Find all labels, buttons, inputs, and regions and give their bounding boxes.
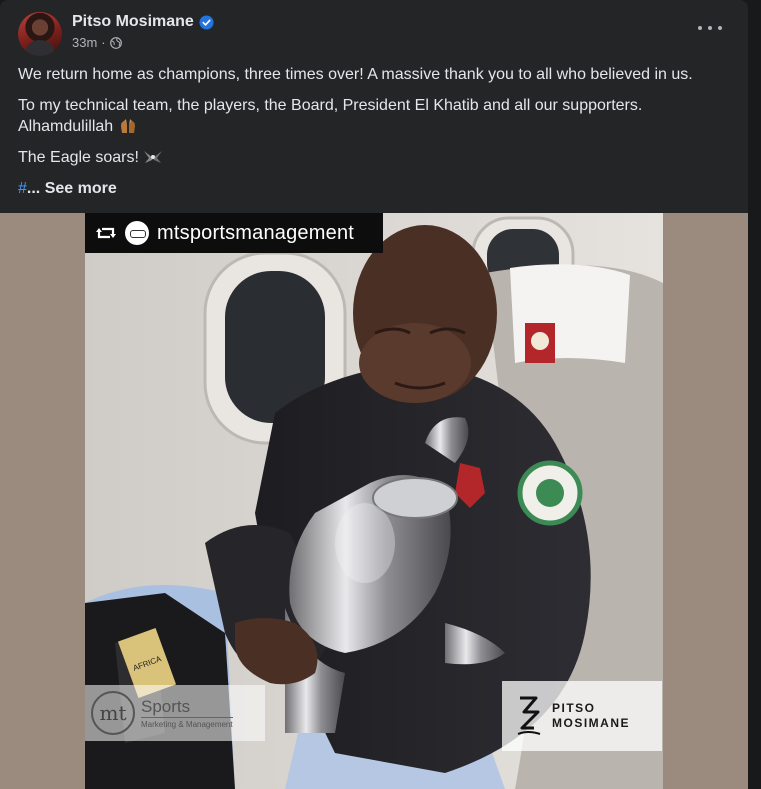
repost-badge: mtsportsmanagement [85,213,383,253]
see-more-button[interactable]: ... See more [27,180,117,197]
post-timestamp[interactable]: 33m [72,35,97,50]
post-header: Pitso Mosimane 33m · [18,12,214,56]
eagle-emoji [144,151,163,163]
post-paragraph-3-text: The Eagle soars! [18,149,139,166]
author-avatar[interactable] [18,12,62,56]
separator-dot: · [101,35,106,50]
name-row: Pitso Mosimane [72,13,214,31]
globe-icon[interactable] [109,36,122,49]
mtsports-logo [125,221,149,245]
post-paragraph-4: #... See more [18,178,730,199]
author-name[interactable]: Pitso Mosimane [72,13,194,31]
author-meta: Pitso Mosimane 33m · [72,13,214,50]
post-card: Pitso Mosimane 33m · We return home as c… [0,0,748,789]
post-paragraph-3: The Eagle soars! [18,147,730,168]
post-photo[interactable]: AFRICA mtsportsmanagement mt Sports Mark… [0,213,748,789]
mtsports-watermark: mt Sports Marketing & Management [85,685,265,741]
more-dot [718,26,722,30]
watermark-sports: Sports [141,697,191,716]
repost-icon [96,227,116,239]
post-paragraph-2-text: To my technical team, the players, the B… [18,97,643,135]
pitso-watermark-text: PITSO MOSIMANE [552,701,630,731]
watermark-last-name: MOSIMANE [552,716,630,730]
more-options-icon[interactable] [698,20,722,36]
watermark-first-name: PITSO [552,701,596,715]
verified-badge-icon [199,14,214,30]
folded-hands-emoji [120,119,135,133]
repost-handle: mtsportsmanagement [157,221,355,244]
post-time-row: 33m · [72,35,214,50]
post-text: We return home as champions, three times… [18,64,730,209]
mt-monogram: mt [91,691,135,735]
hashtag-link[interactable]: # [18,180,27,197]
mtsports-watermark-text: Sports Marketing & Management [141,697,233,729]
more-dot [708,26,712,30]
pitso-watermark: PITSO MOSIMANE [502,681,662,751]
more-dot [698,26,702,30]
signature-logo [517,696,541,735]
post-paragraph-2: To my technical team, the players, the B… [18,95,730,137]
watermark-tagline: Marketing & Management [141,717,233,729]
post-paragraph-1: We return home as champions, three times… [18,66,693,83]
